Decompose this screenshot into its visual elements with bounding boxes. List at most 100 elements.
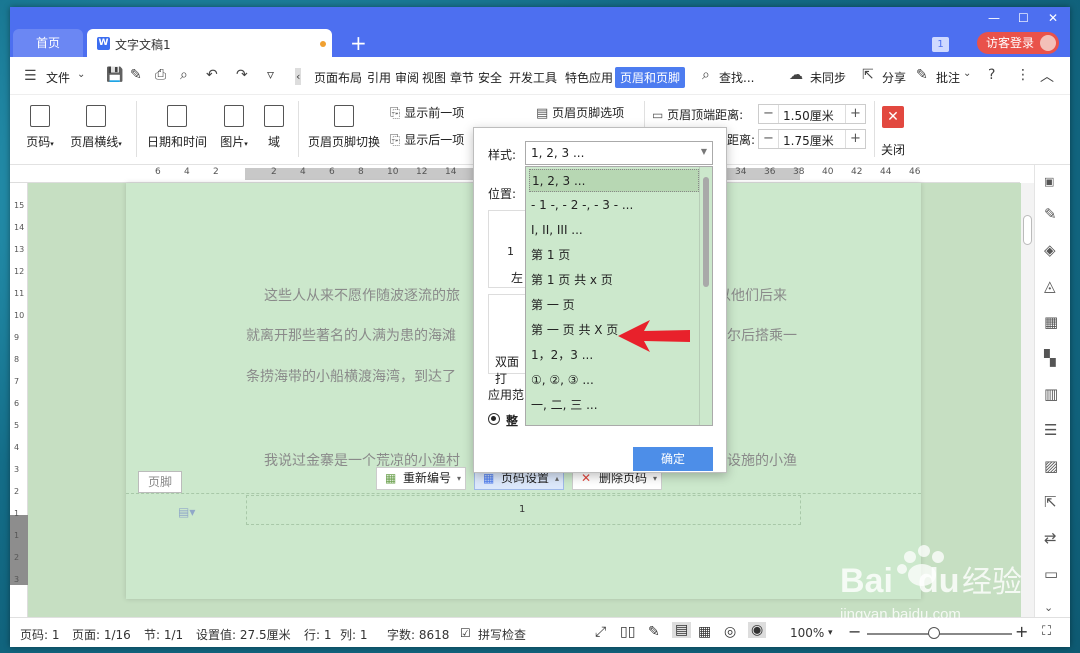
more-icon[interactable]: ⋮: [1016, 67, 1030, 83]
collapse-ribbon-icon[interactable]: ︿: [1040, 66, 1054, 86]
footer-options-icon[interactable]: ▤▾: [178, 505, 195, 519]
menu-special-apps[interactable]: 特色应用: [565, 69, 613, 86]
zoom-level[interactable]: 100%: [790, 626, 824, 640]
datetime-button[interactable]: 日期和时间: [144, 105, 210, 150]
paragraph-line[interactable]: 这些人从来不愿作随波逐流的旅: [264, 285, 460, 305]
header-top-distance-value[interactable]: 1.50厘米: [783, 107, 834, 124]
chart-icon[interactable]: ▥: [1044, 385, 1058, 403]
picture-button[interactable]: 图片▾: [216, 105, 252, 150]
paragraph-line[interactable]: 设施的小渔: [727, 450, 797, 470]
list-scrollbar-thumb[interactable]: [703, 177, 709, 287]
search-icon[interactable]: ⌕: [702, 67, 710, 83]
share-icon[interactable]: ⇱: [862, 67, 874, 83]
show-previous-button[interactable]: ⎘ 显示前一项: [390, 104, 464, 121]
web-view-icon[interactable]: ◎: [724, 624, 736, 640]
menu-references[interactable]: 引用: [367, 69, 391, 86]
cloud-sync-icon[interactable]: ☁: [789, 67, 803, 83]
redo-icon[interactable]: ↷: [236, 67, 248, 83]
comment-dropdown-icon[interactable]: ⌄: [963, 68, 971, 79]
image-icon[interactable]: ▨: [1044, 457, 1058, 475]
paragraph-line[interactable]: 以他们后来: [717, 285, 787, 305]
new-tab-icon[interactable]: +: [350, 31, 367, 55]
style-dropdown-list[interactable]: 1, 2, 3 ... - 1 -, - 2 -, - 3 - ... I, I…: [525, 166, 713, 426]
ok-button[interactable]: 确定: [633, 447, 713, 471]
header-line-button[interactable]: 页眉横线▾: [66, 105, 126, 150]
style-option[interactable]: 1, 2, 3 ...: [529, 169, 699, 192]
visitor-login-button[interactable]: 访客登录: [977, 32, 1059, 54]
help-icon[interactable]: ?: [988, 67, 995, 83]
status-col[interactable]: 列: 1: [340, 626, 368, 643]
zoom-dropdown-icon[interactable]: ▾: [828, 628, 833, 638]
shapes-icon[interactable]: ◈: [1044, 241, 1056, 259]
paragraph-line[interactable]: 条捞海带的小船横渡海湾，到达了: [246, 366, 456, 386]
footer-bottom-distance-spinner[interactable]: − 1.75厘米 +: [758, 129, 866, 149]
status-words[interactable]: 字数: 8618: [387, 626, 449, 643]
style-option[interactable]: 一, 二, 三 ...: [529, 394, 699, 417]
export-icon[interactable]: ⇱: [1044, 493, 1057, 511]
spell-check-button[interactable]: 拼写检查: [478, 626, 526, 643]
renumber-button[interactable]: ▦ 重新编号 ▾: [376, 467, 467, 490]
close-header-footer-icon[interactable]: ✕: [882, 106, 904, 128]
fullscreen-icon[interactable]: ⤢: [595, 624, 606, 640]
window-count-badge[interactable]: 1: [932, 37, 949, 52]
menu-header-footer[interactable]: 页眉和页脚: [615, 67, 686, 88]
page-number-button[interactable]: 页码▾: [20, 105, 60, 150]
status-setting[interactable]: 设置值: 27.5厘米: [196, 626, 291, 643]
footer-bottom-distance-value[interactable]: 1.75厘米: [783, 132, 834, 149]
increment-button[interactable]: +: [845, 130, 865, 148]
style-option[interactable]: 第 一 页: [529, 294, 699, 317]
maximize-icon[interactable]: ☐: [1018, 11, 1029, 25]
pen-icon[interactable]: ✎: [1044, 205, 1057, 223]
header-top-distance-spinner[interactable]: − 1.50厘米 +: [758, 104, 866, 124]
minimize-icon[interactable]: —: [988, 11, 1000, 25]
apply-whole-radio[interactable]: [488, 413, 500, 425]
style-icon[interactable]: ◬: [1044, 277, 1056, 295]
status-pages[interactable]: 页面: 1/16: [72, 626, 131, 643]
status-section[interactable]: 节: 1/1: [144, 626, 183, 643]
comment-icon[interactable]: ✎: [916, 67, 928, 83]
style-option[interactable]: ①, ②, ③ ...: [529, 369, 699, 392]
format-painter-icon[interactable]: ✎: [130, 67, 142, 83]
paragraph-line[interactable]: 就离开那些著名的人满为患的海滩: [246, 325, 456, 345]
menu-dev-tools[interactable]: 开发工具: [509, 69, 557, 86]
menu-security[interactable]: 安全: [478, 69, 502, 86]
print-icon[interactable]: ⎙: [155, 67, 166, 83]
menu-section[interactable]: 章节: [450, 69, 474, 86]
position-option-left[interactable]: 1 左: [488, 210, 528, 288]
share-button[interactable]: 分享: [882, 69, 906, 86]
list-scrollbar[interactable]: [699, 167, 712, 425]
quick-access-dropdown-icon[interactable]: ▿: [267, 67, 274, 83]
sync-status[interactable]: 未同步: [810, 69, 846, 86]
save-icon[interactable]: 💾: [106, 67, 123, 83]
hamburger-icon[interactable]: ☰: [24, 68, 37, 84]
show-next-button[interactable]: ⎘ 显示后一项: [390, 131, 464, 148]
style-option[interactable]: 第 1 页 共 x 页: [529, 269, 699, 292]
menu-view[interactable]: 视图: [422, 69, 446, 86]
tab-document[interactable]: W 文字文稿1: [87, 29, 332, 57]
decrement-button[interactable]: −: [759, 130, 779, 148]
settings-sliders-icon[interactable]: ☰: [1044, 421, 1057, 439]
style-option[interactable]: I, II, III ...: [529, 219, 699, 242]
field-button[interactable]: 域: [262, 105, 286, 150]
spell-check-icon[interactable]: ☑: [460, 626, 471, 640]
close-header-footer-label[interactable]: 关闭: [881, 141, 905, 158]
menu-search[interactable]: 查找...: [719, 69, 754, 86]
style-select[interactable]: 1, 2, 3 ... ▼: [525, 141, 713, 165]
menu-file[interactable]: 文件: [46, 69, 70, 86]
write-mode-icon[interactable]: ✎: [648, 624, 660, 640]
eye-protect-icon[interactable]: ◉: [748, 622, 767, 638]
status-row[interactable]: 行: 1: [304, 626, 332, 643]
paragraph-line[interactable]: 尔后搭乘一: [727, 325, 797, 345]
undo-icon[interactable]: ↶: [206, 67, 218, 83]
tab-home[interactable]: 首页: [13, 29, 83, 57]
apps-icon[interactable]: ▚: [1044, 349, 1056, 367]
increment-button[interactable]: +: [845, 105, 865, 123]
scrollbar-thumb[interactable]: [1023, 215, 1032, 245]
style-option[interactable]: 第 1 页: [529, 244, 699, 267]
print-preview-icon[interactable]: ⌕: [180, 67, 188, 83]
status-page[interactable]: 页码: 1: [20, 626, 60, 643]
header-footer-switch-button[interactable]: 页眉页脚切换: [306, 105, 382, 150]
menu-review[interactable]: 审阅: [395, 69, 419, 86]
page-view-icon[interactable]: ▤: [672, 622, 692, 638]
position-option-double[interactable]: 双面打: [488, 294, 528, 386]
